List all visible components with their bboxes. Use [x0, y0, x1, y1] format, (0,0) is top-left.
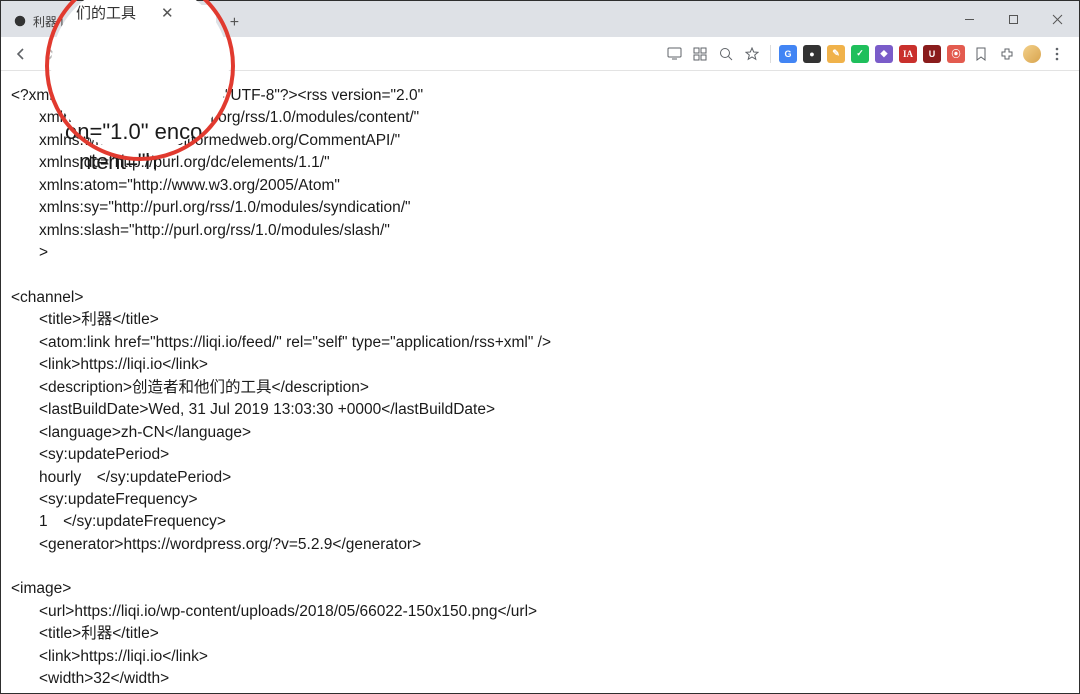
xml-line: <title>利器</title> — [11, 309, 1069, 331]
back-button[interactable] — [7, 40, 35, 68]
xml-line: xmlns:wfw="http://wellformedweb.org/Comm… — [11, 130, 1069, 152]
toolbar-icons: G ● ✎ ✓ ◆ IA U ⦿ — [664, 44, 1073, 64]
xml-line: <atom:link href="https://liqi.io/feed/" … — [11, 332, 1069, 354]
zoom-icon[interactable] — [716, 44, 736, 64]
xml-line: xmlns:dc="http://purl.org/dc/elements/1.… — [11, 152, 1069, 174]
xml-line: <link>https://liqi.io</link> — [11, 646, 1069, 668]
forward-button[interactable] — [37, 40, 65, 68]
xml-line: xmlns:sy="http://purl.org/rss/1.0/module… — [11, 197, 1069, 219]
xml-line: <title>利器</title> — [11, 623, 1069, 645]
xml-line: 1 </sy:updateFrequency> — [11, 511, 1069, 533]
xml-line: <width>32</width> — [11, 668, 1069, 690]
tab-title: 利器 | 创 — [33, 13, 79, 30]
extension-icon[interactable]: ✓ — [851, 45, 869, 63]
xml-line: <description>创造者和他们的工具</description> — [11, 377, 1069, 399]
extension-icon[interactable]: IA — [899, 45, 917, 63]
extension-icon[interactable]: U — [923, 45, 941, 63]
close-icon[interactable]: ✕ — [196, 13, 207, 29]
xml-line: <image> — [11, 578, 1069, 600]
xml-line: <sy:updateFrequency> — [11, 489, 1069, 511]
separator — [770, 45, 771, 63]
xml-line: <sy:updatePeriod> — [11, 444, 1069, 466]
toolbar: https://liqi.io/feed/ G ● ✎ ✓ ◆ IA U ⦿ — [1, 37, 1079, 71]
favicon-icon — [101, 14, 115, 28]
extensions-icon[interactable] — [997, 44, 1017, 64]
extension-icon[interactable]: ✎ — [827, 45, 845, 63]
extension-icon[interactable]: G — [779, 45, 797, 63]
xml-line: xmlns:content="http://purl.org/rss/1.0/m… — [11, 107, 1069, 129]
maximize-button[interactable] — [991, 1, 1035, 37]
xml-line: xmlns:atom="http://www.w3.org/2005/Atom" — [11, 175, 1069, 197]
extension-icon[interactable]: ◆ — [875, 45, 893, 63]
xml-line: <channel> — [11, 287, 1069, 309]
xml-line: <height>32</height> — [11, 691, 1069, 693]
xml-line: <url>https://liqi.io/wp-content/uploads/… — [11, 601, 1069, 623]
xml-line: <link>https://liqi.io</link> — [11, 354, 1069, 376]
menu-icon[interactable] — [1047, 44, 1067, 64]
xml-line: xmlns:slash="http://purl.org/rss/1.0/mod… — [11, 220, 1069, 242]
new-tab-button[interactable]: + — [220, 9, 248, 37]
xml-line: <lastBuildDate>Wed, 31 Jul 2019 13:03:30… — [11, 399, 1069, 421]
bookmark-icon[interactable] — [971, 44, 991, 64]
close-icon: ✕ — [161, 4, 174, 22]
xml-line: <?xml version="1.0" encoding="UTF-8"?><r… — [11, 85, 1069, 107]
desktop-icon[interactable] — [664, 44, 684, 64]
minimize-button[interactable] — [947, 1, 991, 37]
close-window-button[interactable] — [1035, 1, 1079, 37]
xml-line: <generator>https://wordpress.org/?v=5.2.… — [11, 534, 1069, 556]
extension-icon[interactable]: ● — [803, 45, 821, 63]
grid-icon[interactable] — [690, 44, 710, 64]
profile-avatar[interactable] — [1023, 45, 1041, 63]
star-icon[interactable] — [742, 44, 762, 64]
lock-icon — [75, 45, 87, 62]
favicon-icon — [13, 14, 27, 28]
xml-line: hourly </sy:updatePeriod> — [11, 467, 1069, 489]
tab-background[interactable]: 利器 | 创 — [1, 5, 89, 37]
address-bar[interactable]: https://liqi.io/feed/ — [75, 41, 210, 67]
extension-icon[interactable]: ⦿ — [947, 45, 965, 63]
window-controls — [947, 1, 1079, 37]
tab-active[interactable]: /liqi.io/feed/ ✕ — [89, 5, 217, 37]
xml-line: <language>zh-CN</language> — [11, 422, 1069, 444]
xml-line: > — [11, 242, 1069, 264]
page-content: <?xml version="1.0" encoding="UTF-8"?><r… — [1, 71, 1079, 693]
url-text[interactable]: https://liqi.io/feed/ — [93, 45, 210, 63]
